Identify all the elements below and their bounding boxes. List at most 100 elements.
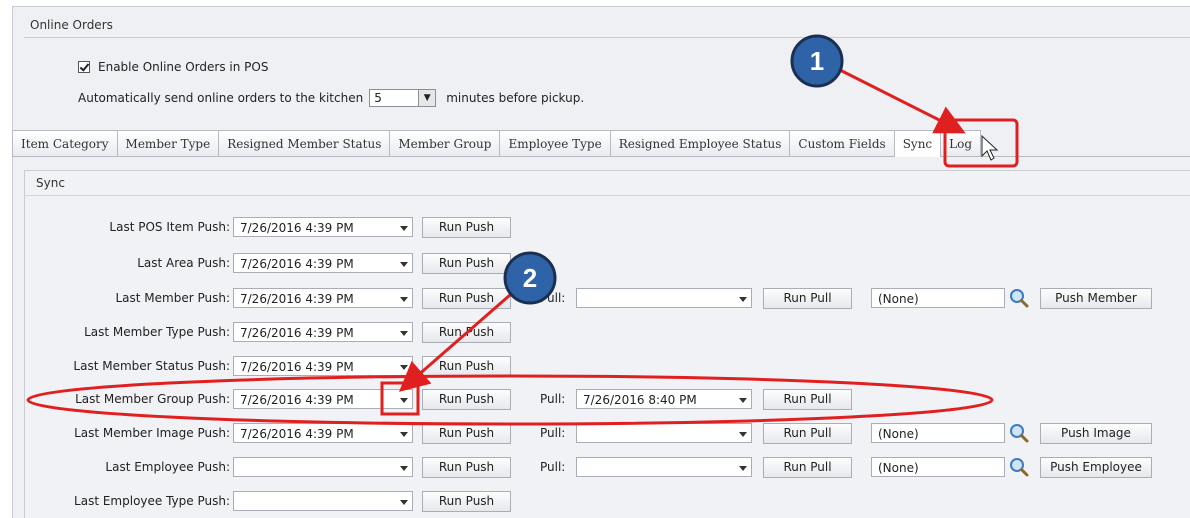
run-push-button[interactable]: Run Push [422,322,511,343]
tab-resigned-employee-status[interactable]: Resigned Employee Status [609,130,791,156]
run-pull-button[interactable]: Run Pull [763,457,852,478]
run-push-button[interactable]: Run Push [422,491,511,512]
row-label: Last Member Image Push: [74,426,230,440]
run-push-button[interactable]: Run Push [422,389,511,410]
row-label: Last Area Push: [137,256,230,270]
run-push-button[interactable]: Run Push [422,288,511,309]
push-date-value: 7/26/2016 4:39 PM [240,221,354,235]
tab-custom-fields[interactable]: Custom Fields [789,130,895,156]
auto-send-prefix: Automatically send online orders to the … [78,91,364,105]
sync-row: Last Member Type Push: 7/26/2016 4:39 PM… [0,320,1190,344]
chevron-down-icon[interactable]: ▼ [418,90,436,106]
sync-row: Last Member Status Push: 7/26/2016 4:39 … [0,354,1190,378]
enable-online-orders-checkbox[interactable] [78,61,90,73]
tab-strip: Item Category Member Type Resigned Membe… [12,130,1190,157]
sync-row: Last Area Push: 7/26/2016 4:39 PM Run Pu… [0,251,1190,275]
run-push-button[interactable]: Run Push [422,457,511,478]
push-date-select[interactable]: 7/26/2016 4:39 PM [233,356,413,376]
search-icon[interactable] [1008,422,1030,444]
pull-date-select[interactable] [576,288,752,308]
push-date-value: 7/26/2016 4:39 PM [240,326,354,340]
sync-row: Last POS Item Push: 7/26/2016 4:39 PM Ru… [0,215,1190,239]
auto-send-suffix: minutes before pickup. [446,91,585,105]
run-push-button[interactable]: Run Push [422,253,511,274]
push-date-value: 7/26/2016 4:39 PM [240,292,354,306]
tab-employee-type[interactable]: Employee Type [499,130,611,156]
row-label: Last Member Status Push: [73,359,230,373]
search-value: (None) [878,461,919,475]
row-label: Last Member Group Push: [75,392,230,406]
pull-date-select[interactable]: 7/26/2016 8:40 PM [576,389,752,409]
run-pull-button[interactable]: Run Pull [763,288,852,309]
push-employee-button[interactable]: Push Employee [1040,457,1152,478]
search-icon[interactable] [1008,456,1030,478]
chevron-down-icon[interactable] [400,432,408,437]
auto-send-row: Automatically send online orders to the … [78,88,584,108]
tab-item-category[interactable]: Item Category [12,130,118,156]
push-date-select[interactable]: 7/26/2016 4:39 PM [233,322,413,342]
tab-member-group[interactable]: Member Group [389,130,501,156]
push-date-select[interactable]: 7/26/2016 4:39 PM [233,253,413,273]
row-label: Last POS Item Push: [109,220,230,234]
push-date-value: 7/26/2016 4:39 PM [240,427,354,441]
push-date-value: 7/26/2016 4:39 PM [240,393,354,407]
row-label: Last Member Push: [115,291,230,305]
tab-sync[interactable]: Sync [893,130,942,157]
run-push-button[interactable]: Run Push [422,356,511,377]
chevron-down-icon[interactable] [400,500,408,505]
chevron-down-icon[interactable] [400,466,408,471]
image-search-field[interactable]: (None) [871,423,1005,443]
row-label: Last Employee Type Push: [74,494,230,508]
enable-online-orders-label: Enable Online Orders in POS [98,60,269,74]
push-date-select[interactable]: 7/26/2016 4:39 PM [233,389,413,409]
chevron-down-icon[interactable] [400,331,408,336]
push-date-value: 7/26/2016 4:39 PM [240,360,354,374]
member-search-field[interactable]: (None) [871,288,1005,308]
enable-online-orders-row[interactable]: Enable Online Orders in POS [78,58,268,76]
row-label: Last Employee Push: [105,460,230,474]
push-date-select[interactable] [233,491,413,511]
search-icon[interactable] [1008,287,1030,309]
push-date-select[interactable]: 7/26/2016 4:39 PM [233,423,413,443]
run-pull-button[interactable]: Run Pull [763,423,852,444]
push-image-button[interactable]: Push Image [1040,423,1152,444]
push-date-value: 7/26/2016 4:39 PM [240,257,354,271]
chevron-down-icon[interactable] [400,262,408,267]
tab-log[interactable]: Log [940,130,982,156]
run-pull-button[interactable]: Run Pull [763,389,852,410]
search-value: (None) [878,427,919,441]
minutes-select[interactable]: 5 ▼ [369,89,437,107]
section-title: Online Orders [24,12,1190,38]
pull-label: Pull: [540,392,566,406]
pull-date-value: 7/26/2016 8:40 PM [583,393,697,407]
push-member-button[interactable]: Push Member [1040,288,1152,309]
pull-label: Pull: [540,460,566,474]
tab-resigned-member-status[interactable]: Resigned Member Status [218,130,391,156]
row-label: Last Member Type Push: [84,325,230,339]
run-push-button[interactable]: Run Push [422,217,511,238]
push-date-select[interactable]: 7/26/2016 4:39 PM [233,217,413,237]
run-push-button[interactable]: Run Push [422,423,511,444]
chevron-down-icon[interactable] [739,297,747,302]
sync-panel-title: Sync [24,170,1190,196]
chevron-down-icon[interactable] [400,226,408,231]
chevron-down-icon[interactable] [400,297,408,302]
chevron-down-icon[interactable] [400,365,408,370]
sync-row: Last Employee Type Push: Run Push [0,489,1190,513]
pull-date-select[interactable] [576,423,752,443]
sync-row: Last Member Group Push: 7/26/2016 4:39 P… [0,387,1190,411]
chevron-down-icon[interactable] [400,398,408,403]
sync-row: Last Employee Push: Run Push Pull: Run P… [0,455,1190,479]
chevron-down-icon[interactable] [739,466,747,471]
employee-search-field[interactable]: (None) [871,457,1005,477]
chevron-down-icon[interactable] [739,432,747,437]
push-date-select[interactable] [233,457,413,477]
chevron-down-icon[interactable] [739,398,747,403]
minutes-value: 5 [374,91,382,105]
pull-label: Pull: [540,426,566,440]
pull-date-select[interactable] [576,457,752,477]
tab-member-type[interactable]: Member Type [116,130,220,156]
sync-row: Last Member Image Push: 7/26/2016 4:39 P… [0,421,1190,445]
push-date-select[interactable]: 7/26/2016 4:39 PM [233,288,413,308]
pull-label: Pull: [540,291,566,305]
